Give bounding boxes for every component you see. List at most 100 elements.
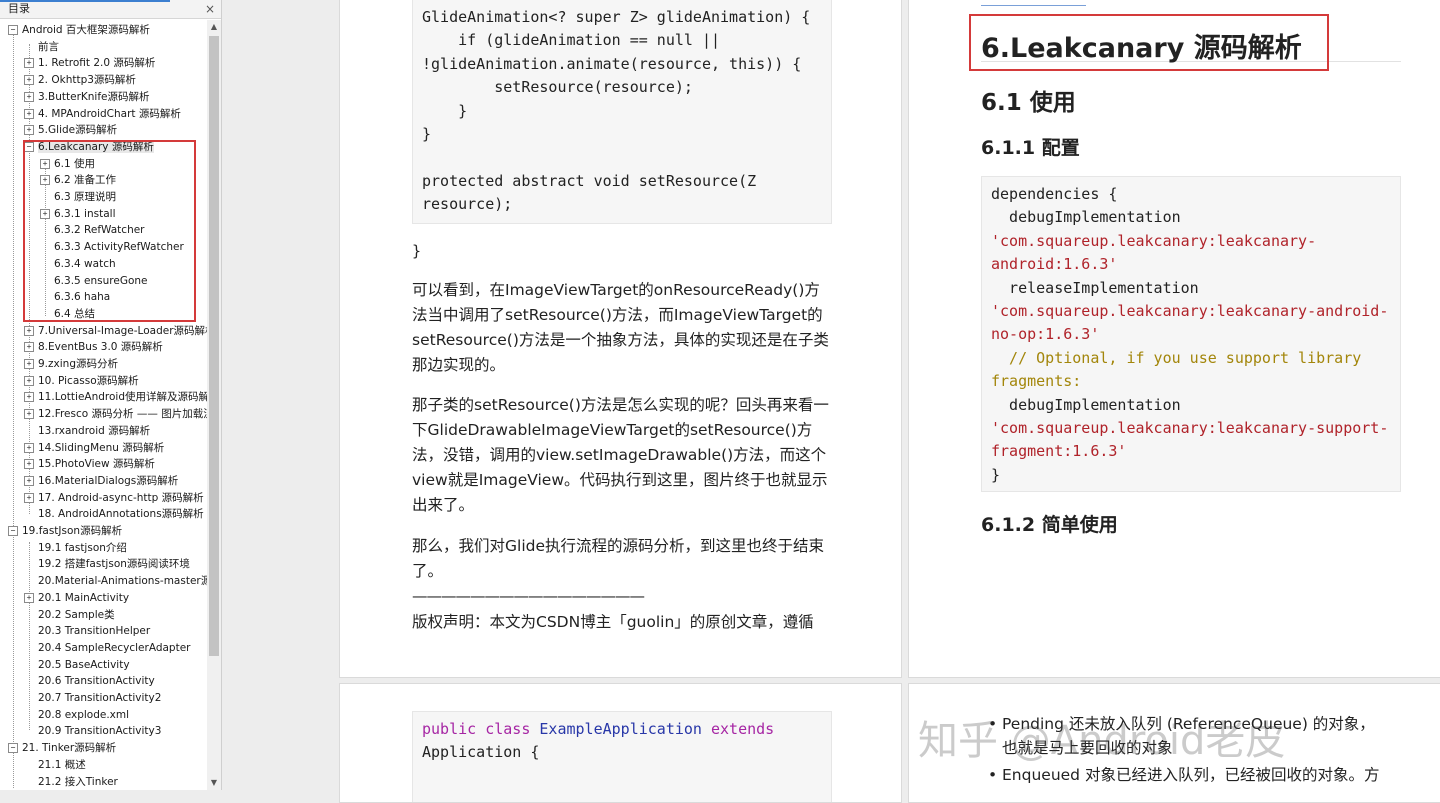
toc-item-label: 7.Universal-Image-Loader源码解析 — [38, 324, 207, 337]
scroll-up-icon[interactable]: ▲ — [207, 20, 221, 34]
toc-item[interactable]: 20.3 TransitionHelper — [24, 623, 207, 639]
expand-icon[interactable]: + — [24, 375, 34, 386]
code-string: 'com.squareup.leakcanary:leakcanary-andr… — [991, 302, 1389, 321]
toc-item[interactable]: 20.8 explode.xml — [24, 707, 207, 723]
toc-item-label: 21.1 概述 — [38, 758, 86, 771]
scroll-down-icon[interactable]: ▼ — [207, 776, 221, 790]
toc-item[interactable]: 20.4 SampleRecyclerAdapter — [24, 640, 207, 656]
toc-item[interactable]: 19.1 fastjson介绍 — [24, 540, 207, 556]
toc-item-label: 4. MPAndroidChart 源码解析 — [38, 107, 181, 120]
toc-item[interactable]: +14.SlidingMenu 源码解析 — [24, 440, 207, 456]
code-block-gradle: dependencies { debugImplementation 'com.… — [981, 176, 1401, 492]
toc-item[interactable]: 21.1 概述 — [24, 757, 207, 773]
toc-item[interactable]: 20.7 TransitionActivity2 — [24, 690, 207, 706]
code-line: } — [991, 465, 1001, 484]
expand-icon[interactable]: + — [24, 359, 34, 369]
toc-item[interactable]: 20.9 TransitionActivity3 — [24, 723, 207, 739]
toc-item[interactable]: +1. Retrofit 2.0 源码解析 — [24, 55, 207, 71]
toc-item[interactable]: +10. Picasso源码解析 — [24, 373, 207, 389]
toc-item[interactable]: +3.ButterKnife源码解析 — [24, 89, 207, 105]
code-string: no-op:1.6.3' — [991, 325, 1100, 344]
toc-item[interactable]: 20.6 TransitionActivity — [24, 673, 207, 689]
expand-icon[interactable]: + — [24, 392, 34, 403]
toc-item-label: 8.EventBus 3.0 源码解析 — [38, 341, 163, 354]
close-icon[interactable]: × — [205, 0, 215, 18]
toc-item[interactable]: 13.rxandroid 源码解析 — [24, 423, 207, 439]
code-line: debugImplementation — [991, 395, 1181, 414]
code-comment: fragments: — [991, 372, 1082, 391]
toc-item-label: 19.1 fastjson介绍 — [38, 541, 127, 554]
toc-item[interactable]: −19.fastJson源码解析 — [8, 523, 207, 539]
scroll-thumb[interactable] — [209, 36, 219, 656]
toc-item-label: 20.4 SampleRecyclerAdapter — [38, 641, 191, 654]
toc-title: 目录 — [8, 2, 30, 15]
expand-icon[interactable]: + — [24, 459, 34, 470]
toc-item[interactable]: 20.2 Sample类 — [24, 607, 207, 623]
toc-item[interactable]: +15.PhotoView 源码解析 — [24, 456, 207, 472]
toc-item-label: 21. Tinker源码解析 — [22, 742, 117, 755]
toc-item[interactable]: 21.2 接入Tinker — [24, 774, 207, 790]
toc-item-label: 1. Retrofit 2.0 源码解析 — [38, 57, 156, 70]
copyright-notice: 版权声明：本文为CSDN博主「guolin」的原创文章，遵循 — [412, 613, 814, 631]
toc-item[interactable]: +16.MaterialDialogs源码解析 — [24, 473, 207, 489]
toc-item[interactable]: +5.Glide源码解析 — [24, 122, 207, 138]
toc-item[interactable]: 20.5 BaseActivity — [24, 657, 207, 673]
expand-icon[interactable]: + — [24, 492, 34, 503]
expand-icon[interactable]: + — [24, 91, 34, 102]
expand-icon[interactable]: + — [24, 442, 34, 453]
expand-icon[interactable]: + — [24, 58, 34, 69]
toc-item[interactable]: +20.1 MainActivity — [24, 590, 207, 606]
toc-item[interactable]: 前言 — [24, 39, 207, 55]
code-line: protected abstract void setResource(Z — [422, 171, 757, 190]
toc-item[interactable]: −21. Tinker源码解析 — [8, 740, 207, 756]
expand-icon[interactable]: + — [24, 592, 34, 603]
tree-guide-line — [13, 28, 14, 788]
toc-item[interactable]: +4. MPAndroidChart 源码解析 — [24, 106, 207, 122]
toc-item[interactable]: +7.Universal-Image-Loader源码解析 — [24, 323, 207, 339]
collapse-icon[interactable]: − — [8, 743, 18, 754]
expand-icon[interactable]: + — [24, 409, 34, 420]
toc-item-label: 14.SlidingMenu 源码解析 — [38, 441, 165, 454]
toc-item[interactable]: +11.LottieAndroid使用详解及源码解析 — [24, 389, 207, 405]
toc-item[interactable]: +9.zxing源码分析 — [24, 356, 207, 372]
bullet-pending: Pending 还未放入队列 (ReferenceQueue) 的对象， 也就是… — [988, 712, 1402, 760]
toc-item-label: 3.ButterKnife源码解析 — [38, 90, 150, 103]
toc-header: 目录 × — [0, 0, 221, 19]
code-line: resource); — [422, 195, 513, 214]
expand-icon[interactable]: + — [24, 108, 34, 119]
toc-item-label: 20.6 TransitionActivity — [38, 675, 155, 688]
toc-item[interactable]: 19.2 搭建fastjson源码阅读环境 — [24, 556, 207, 572]
toc-item-label: 20.8 explode.xml — [38, 708, 130, 721]
code-line: } — [422, 125, 432, 144]
toc-item-label: 17. Android-async-http 源码解析 — [38, 491, 204, 504]
toc-item[interactable]: +8.EventBus 3.0 源码解析 — [24, 339, 207, 355]
toc-scrollbar[interactable]: ▲ ▼ — [207, 20, 221, 790]
toc-item-label: 16.MaterialDialogs源码解析 — [38, 474, 179, 487]
code-line: !glideAnimation.animate(resource, this))… — [422, 54, 802, 73]
toc-item[interactable]: +2. Okhttp3源码解析 — [24, 72, 207, 88]
collapse-icon[interactable]: − — [8, 526, 18, 536]
expand-icon[interactable]: + — [24, 125, 34, 136]
toc-item-label: 20.5 BaseActivity — [38, 658, 130, 671]
separator-line: ———————————————— — [412, 587, 645, 605]
expand-icon[interactable]: + — [24, 75, 34, 86]
toc-item-label: 19.fastJson源码解析 — [22, 525, 123, 537]
toc-item-label: 20.Material-Animations-master源码 — [38, 575, 207, 588]
collapse-icon[interactable]: − — [8, 25, 18, 35]
bullet-pending-line2: 也就是马上要回收的对象 — [1002, 739, 1173, 757]
toc-item-label: 20.1 MainActivity — [38, 591, 130, 604]
document-page-3: public class ExampleApplication extends … — [339, 683, 902, 803]
code-line: Application { — [422, 743, 540, 762]
toc-item[interactable]: 20.Material-Animations-master源码 — [24, 573, 207, 589]
closing-brace: } — [412, 242, 422, 260]
expand-icon[interactable]: + — [24, 325, 34, 336]
toc-item[interactable]: − Android 百大框架源码解析 — [8, 22, 207, 38]
expand-icon[interactable]: + — [24, 475, 34, 486]
expand-icon[interactable]: + — [24, 342, 34, 353]
code-line: debugImplementation — [991, 208, 1181, 227]
toc-item[interactable]: +12.Fresco 源码分析 —— 图片加载流 — [24, 406, 207, 422]
toc-item[interactable]: 18. AndroidAnnotations源码解析 — [24, 506, 207, 522]
toc-item[interactable]: +17. Android-async-http 源码解析 — [24, 490, 207, 506]
link-fragment[interactable] — [981, 0, 1086, 6]
bullet-enqueued: Enqueued 对象已经进入队列，已经被回收的对象。方 — [988, 763, 1422, 787]
